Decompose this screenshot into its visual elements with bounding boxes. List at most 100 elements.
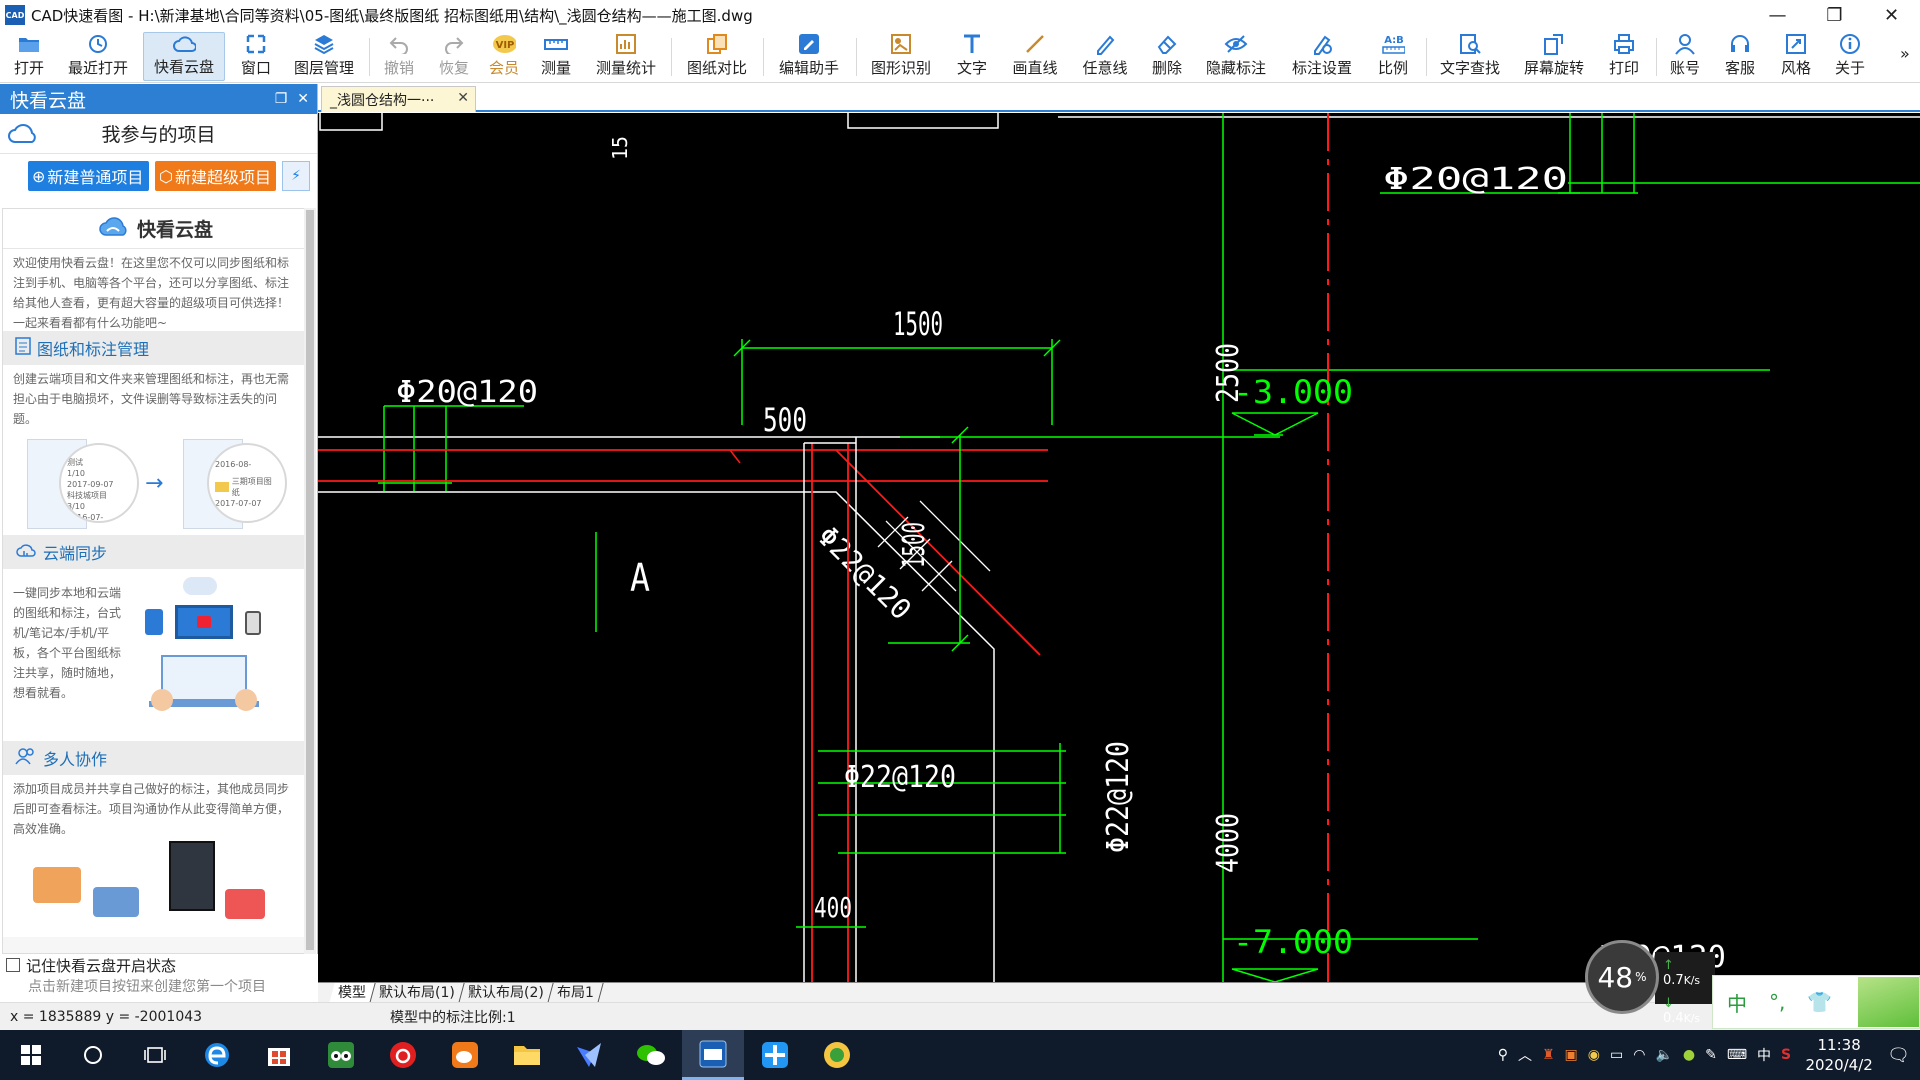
drawing-canvas[interactable]: 15 Φ20@120 2500 4000 -3.000 -7.000 1500 … <box>318 113 1920 982</box>
tripadvisor-icon[interactable] <box>310 1030 372 1080</box>
redo-button[interactable]: 恢复 <box>433 32 475 81</box>
close-button[interactable]: ✕ <box>1863 0 1920 30</box>
netease-music-icon[interactable] <box>372 1030 434 1080</box>
customer-service-button[interactable]: 客服 <box>1719 32 1761 81</box>
windows-start-icon[interactable] <box>0 1030 62 1080</box>
edit-assistant-button[interactable]: 编辑助手 <box>775 32 843 81</box>
edge-icon[interactable] <box>186 1030 248 1080</box>
measure-button[interactable]: 测量 <box>535 32 577 81</box>
cad-icon[interactable] <box>682 1030 744 1080</box>
person-illustration <box>225 889 265 919</box>
vip-button[interactable]: VIP 会员 <box>484 32 524 81</box>
new-super-project-button[interactable]: ⬡ 新建超级项目 <box>155 161 276 191</box>
tray-app-icon[interactable]: ● <box>1683 1047 1695 1063</box>
scale-button[interactable]: A:B 比例 <box>1372 32 1414 81</box>
new-normal-project-button[interactable]: ⊕ 新建普通项目 <box>28 161 149 191</box>
people-icon[interactable]: ⚲ <box>1498 1047 1508 1063</box>
panel-header: 快看云盘 ❐ ✕ <box>0 84 317 114</box>
maximize-button[interactable]: ❐ <box>1806 0 1863 30</box>
ime-punctuation-toggle[interactable]: °, <box>1769 990 1785 1014</box>
about-button[interactable]: 关于 <box>1829 32 1871 81</box>
cad-drawing[interactable]: 15 Φ20@120 2500 4000 -3.000 -7.000 1500 … <box>318 113 1920 982</box>
slab-outline <box>318 491 995 982</box>
shape-recognize-button[interactable]: 图形识别 <box>867 32 935 81</box>
cloud-drive-label: 快看云盘 <box>153 58 214 76</box>
section-label: A <box>630 556 650 600</box>
taskbar-clock[interactable]: 11:38 2020/4/2 <box>1801 1035 1877 1075</box>
hide-annotation-button[interactable]: 隐藏标注 <box>1202 32 1270 81</box>
net-speed-widget[interactable]: ↑ 0.7K/s ↓ 0.4K/s 48% <box>1585 940 1715 1026</box>
tab-layout-1[interactable]: 布局1 <box>548 982 604 1003</box>
recent-open-button[interactable]: 最近打开 <box>64 32 132 81</box>
new-project-buttons: ⊕ 新建普通项目 ⬡ 新建超级项目 ⚡ <box>0 154 317 198</box>
sogou-icon[interactable]: S <box>1781 1047 1791 1063</box>
close-tab-icon[interactable]: ✕ <box>457 90 469 106</box>
card-title: 科技城项目 <box>67 491 107 500</box>
cloud-intro-title: 快看云盘 <box>136 219 213 241</box>
show-hidden-icons-chevron-icon[interactable]: ︿ <box>1518 1045 1532 1065</box>
close-panel-icon[interactable]: ✕ <box>297 91 309 107</box>
compare-button[interactable]: 图纸对比 <box>683 32 751 81</box>
tray-app-icon[interactable]: ♜ <box>1542 1047 1555 1063</box>
tab-default-layout-1[interactable]: 默认布局(1) <box>370 982 465 1003</box>
remember-state-checkbox[interactable]: 记住快看云盘开启状态 <box>0 954 318 976</box>
delete-button[interactable]: 删除 <box>1146 32 1188 81</box>
annotation-settings-label: 标注设置 <box>1291 59 1352 77</box>
task-view-icon[interactable] <box>124 1030 186 1080</box>
notification-icon[interactable]: 🗨 <box>1887 1045 1910 1066</box>
print-button[interactable]: 打印 <box>1603 32 1645 81</box>
style-button[interactable]: 风格 <box>1775 32 1817 81</box>
open-button[interactable]: 打开 <box>8 32 50 81</box>
ime-skin-icon[interactable]: 👕 <box>1807 990 1832 1014</box>
history-icon <box>86 32 110 55</box>
restore-panel-icon[interactable]: ❐ <box>275 91 288 107</box>
document-tab[interactable]: _浅圆仓结构一··· ✕ <box>321 86 476 112</box>
svg-text:A:B: A:B <box>1384 35 1404 46</box>
window-button[interactable]: 窗口 <box>235 32 277 81</box>
eraser-icon <box>1155 32 1179 55</box>
magnifier-card-1: 测试 1/10 2017-09-07 科技城项目 3/10 2016-07- <box>59 443 139 523</box>
scrollbar-thumb[interactable] <box>306 210 314 950</box>
account-button[interactable]: 账号 <box>1664 32 1706 81</box>
search-circle-icon[interactable] <box>62 1030 124 1080</box>
tablet-illustration-icon <box>245 611 261 635</box>
pen-tray-icon[interactable]: ✎ <box>1705 1047 1717 1063</box>
draw-line-button[interactable]: 画直线 <box>1007 32 1063 81</box>
refresh-sync-button[interactable]: ⚡ <box>282 161 310 191</box>
minimize-button[interactable]: — <box>1749 0 1806 30</box>
qq-browser-icon[interactable] <box>806 1030 868 1080</box>
ime-tray-language[interactable]: 中 <box>1757 1045 1771 1065</box>
undo-button[interactable]: 撤销 <box>378 32 420 81</box>
toolbar-overflow-button[interactable]: » <box>1900 44 1910 63</box>
volume-icon[interactable]: 🔈 <box>1655 1047 1672 1063</box>
tray-app-icon[interactable]: ▣ <box>1565 1047 1578 1063</box>
annotation-settings-button[interactable]: 标注设置 <box>1288 32 1356 81</box>
tab-model[interactable]: 模型 <box>329 982 376 1003</box>
feishu-icon[interactable] <box>558 1030 620 1080</box>
cloud-drive-button[interactable]: 快看云盘 <box>143 32 225 81</box>
wifi-icon[interactable]: ◠ <box>1633 1047 1645 1063</box>
freehand-line-button[interactable]: 任意线 <box>1077 32 1133 81</box>
tray-app-icon[interactable]: ◉ <box>1588 1047 1600 1063</box>
checkbox-box[interactable] <box>6 958 20 972</box>
battery-icon[interactable]: ▭ <box>1610 1047 1623 1063</box>
open-label: 打开 <box>13 59 44 77</box>
rotate-screen-button[interactable]: 屏幕旋转 <box>1520 32 1588 81</box>
edit-assistant-icon <box>797 32 821 55</box>
store-icon[interactable] <box>248 1030 310 1080</box>
keyboard-icon[interactable]: ⌨ <box>1727 1047 1747 1063</box>
ime-toolbar[interactable]: 中 °, 👕 <box>1712 975 1920 1029</box>
ime-language-toggle[interactable]: 中 <box>1727 988 1747 1017</box>
layer-manage-button[interactable]: 图层管理 <box>290 32 358 81</box>
text-search-button[interactable]: 文字查找 <box>1436 32 1504 81</box>
file-explorer-icon[interactable] <box>496 1030 558 1080</box>
wechat-icon[interactable] <box>620 1030 682 1080</box>
toolbar-separator <box>1656 38 1657 76</box>
panel-scrollbar[interactable] <box>304 208 316 954</box>
measure-stats-button[interactable]: 测量统计 <box>592 32 660 81</box>
window-label: 窗口 <box>240 59 271 77</box>
text-button[interactable]: 文字 <box>951 32 993 81</box>
weibo-icon[interactable] <box>434 1030 496 1080</box>
tab-default-layout-2[interactable]: 默认布局(2) <box>459 982 554 1003</box>
pinwheel-icon[interactable] <box>744 1030 806 1080</box>
